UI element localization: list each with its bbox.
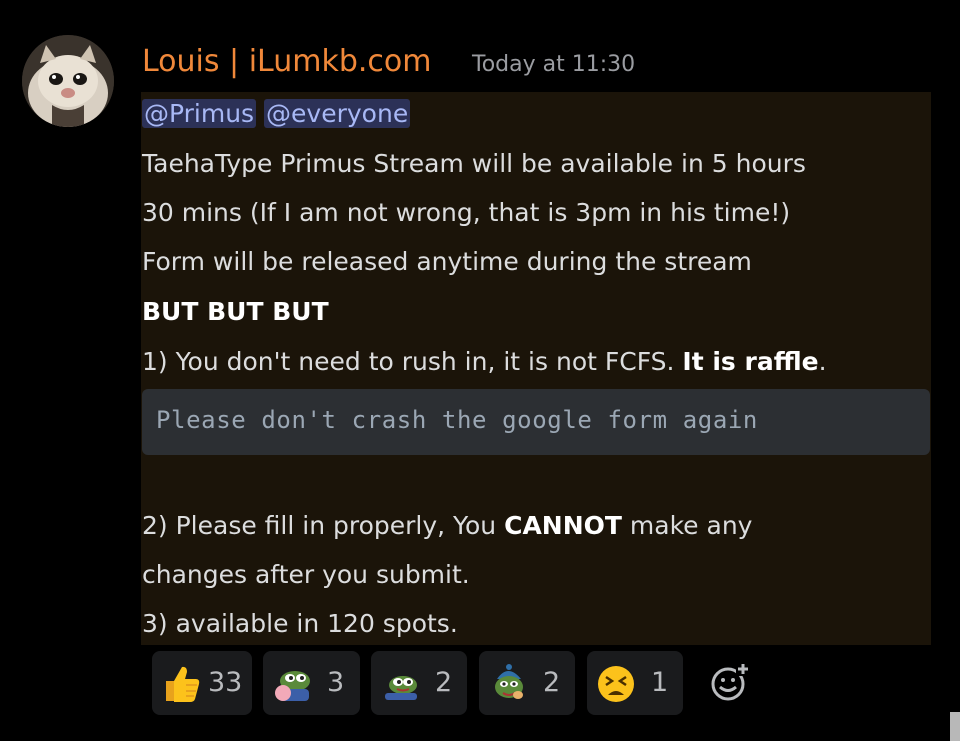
list-item-1-text: 1) You don't need to rush in, it is not … <box>142 347 683 376</box>
mention-primus[interactable]: @Primus <box>142 99 257 128</box>
mentions-line: @Primus @everyone <box>142 96 411 132</box>
pepe-lying-icon <box>385 676 417 700</box>
mention-everyone[interactable]: @everyone <box>264 99 411 128</box>
reaction-thumbs-up[interactable]: 33 <box>152 651 252 715</box>
list-item-2-suffix: make any <box>621 511 753 540</box>
scrollbar-thumb[interactable] <box>950 712 960 741</box>
cat-avatar-icon <box>22 35 114 127</box>
list-item-3: 3) available in 120 spots. <box>142 609 458 638</box>
message-timestamp: Today at 11:30 <box>472 52 636 77</box>
list-item-1: 1) You don't need to rush in, it is not … <box>142 344 827 380</box>
list-item-1-bold: It is raffle <box>682 347 819 376</box>
list-item-2: 2) Please fill in properly, You CANNOT m… <box>142 508 752 544</box>
pepe-hug-icon <box>275 671 310 701</box>
list-item-2-bold: CANNOT <box>504 511 622 540</box>
reaction-count: 2 <box>435 667 453 698</box>
code-text: Please don't crash the google form again <box>156 406 758 434</box>
user-avatar[interactable] <box>22 35 114 127</box>
inline-code-block: Please don't crash the google form again <box>142 389 930 455</box>
reaction-tired-face[interactable]: 1 <box>587 651 683 715</box>
reaction-count: 3 <box>327 667 345 698</box>
list-item-2-text: 2) Please fill in properly, You <box>142 511 505 540</box>
reaction-pepe-beanie[interactable]: 2 <box>479 651 575 715</box>
author-name[interactable]: Louis | iLumkb.com <box>142 42 431 82</box>
reaction-pepe-hug[interactable]: 3 <box>263 651 360 715</box>
tired-face-icon <box>598 666 634 702</box>
reaction-count: 1 <box>651 667 669 698</box>
message-line-4: BUT BUT BUT <box>142 297 329 326</box>
list-item-1-suffix: . <box>818 347 827 376</box>
chat-message: Louis | iLumkb.com Today at 11:30 @Primu… <box>0 0 960 741</box>
thumbs-up-icon <box>166 666 200 702</box>
reaction-pepe-lying[interactable]: 2 <box>371 651 467 715</box>
pepe-beanie-icon <box>495 664 523 699</box>
message-line-1: TaehaType Primus Stream will be availabl… <box>142 149 806 178</box>
list-item-2-continued: changes after you submit. <box>142 560 470 589</box>
reaction-count: 2 <box>543 667 561 698</box>
add-reaction-icon[interactable] <box>708 660 752 704</box>
reaction-count: 33 <box>208 667 243 698</box>
message-line-3: Form will be released anytime during the… <box>142 247 752 276</box>
message-line-2: 30 mins (If I am not wrong, that is 3pm … <box>142 198 791 227</box>
